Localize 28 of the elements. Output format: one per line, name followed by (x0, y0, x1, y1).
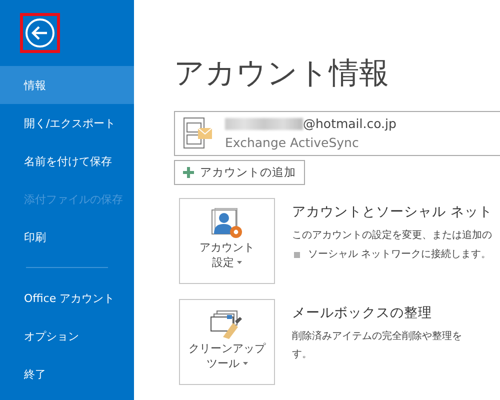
account-card[interactable]: @hotmail.co.jp Exchange ActiveSync (174, 110, 500, 156)
account-email: @hotmail.co.jp (303, 115, 396, 134)
add-account-button[interactable]: アカウントの追加 (174, 160, 305, 185)
menu-item[interactable]: 印刷 (0, 218, 134, 256)
account-type: Exchange ActiveSync (225, 134, 360, 152)
bullet-text: ソーシャル ネットワークに接続します。 (308, 248, 492, 262)
menu-item[interactable]: 開く/エクスポート (0, 104, 134, 142)
section-heading: メールボックスの整理 (292, 304, 433, 322)
section-description: す。 (292, 348, 313, 362)
section-heading: アカウントとソーシャル ネット (292, 203, 492, 221)
menu-item[interactable]: 名前を付けて保存 (0, 142, 134, 180)
section-description: 削除済みアイテムの完全削除や整理を (292, 330, 462, 344)
back-button[interactable] (20, 13, 60, 53)
section-description: このアカウントの設定を変更、または追加の (292, 228, 492, 243)
page-title: アカウント情報 (174, 55, 390, 93)
plus-icon (183, 166, 194, 178)
bullet-icon (294, 252, 300, 258)
account-settings-icon (210, 208, 244, 240)
menu-item[interactable]: オプション (0, 317, 134, 355)
menu-item[interactable]: 情報 (0, 66, 134, 104)
account-settings-button[interactable]: アカウント 設定 (179, 198, 275, 284)
mail-broom-icon (209, 309, 245, 341)
menu-item[interactable]: Office アカウント (0, 279, 134, 317)
menu-item[interactable]: 終了 (0, 355, 134, 393)
dropdown-caret-icon (237, 261, 242, 264)
mail-cabinet-icon (183, 117, 213, 150)
cleanup-tools-button[interactable]: クリーンアップ ツール (179, 299, 275, 385)
dropdown-caret-icon (242, 362, 248, 365)
